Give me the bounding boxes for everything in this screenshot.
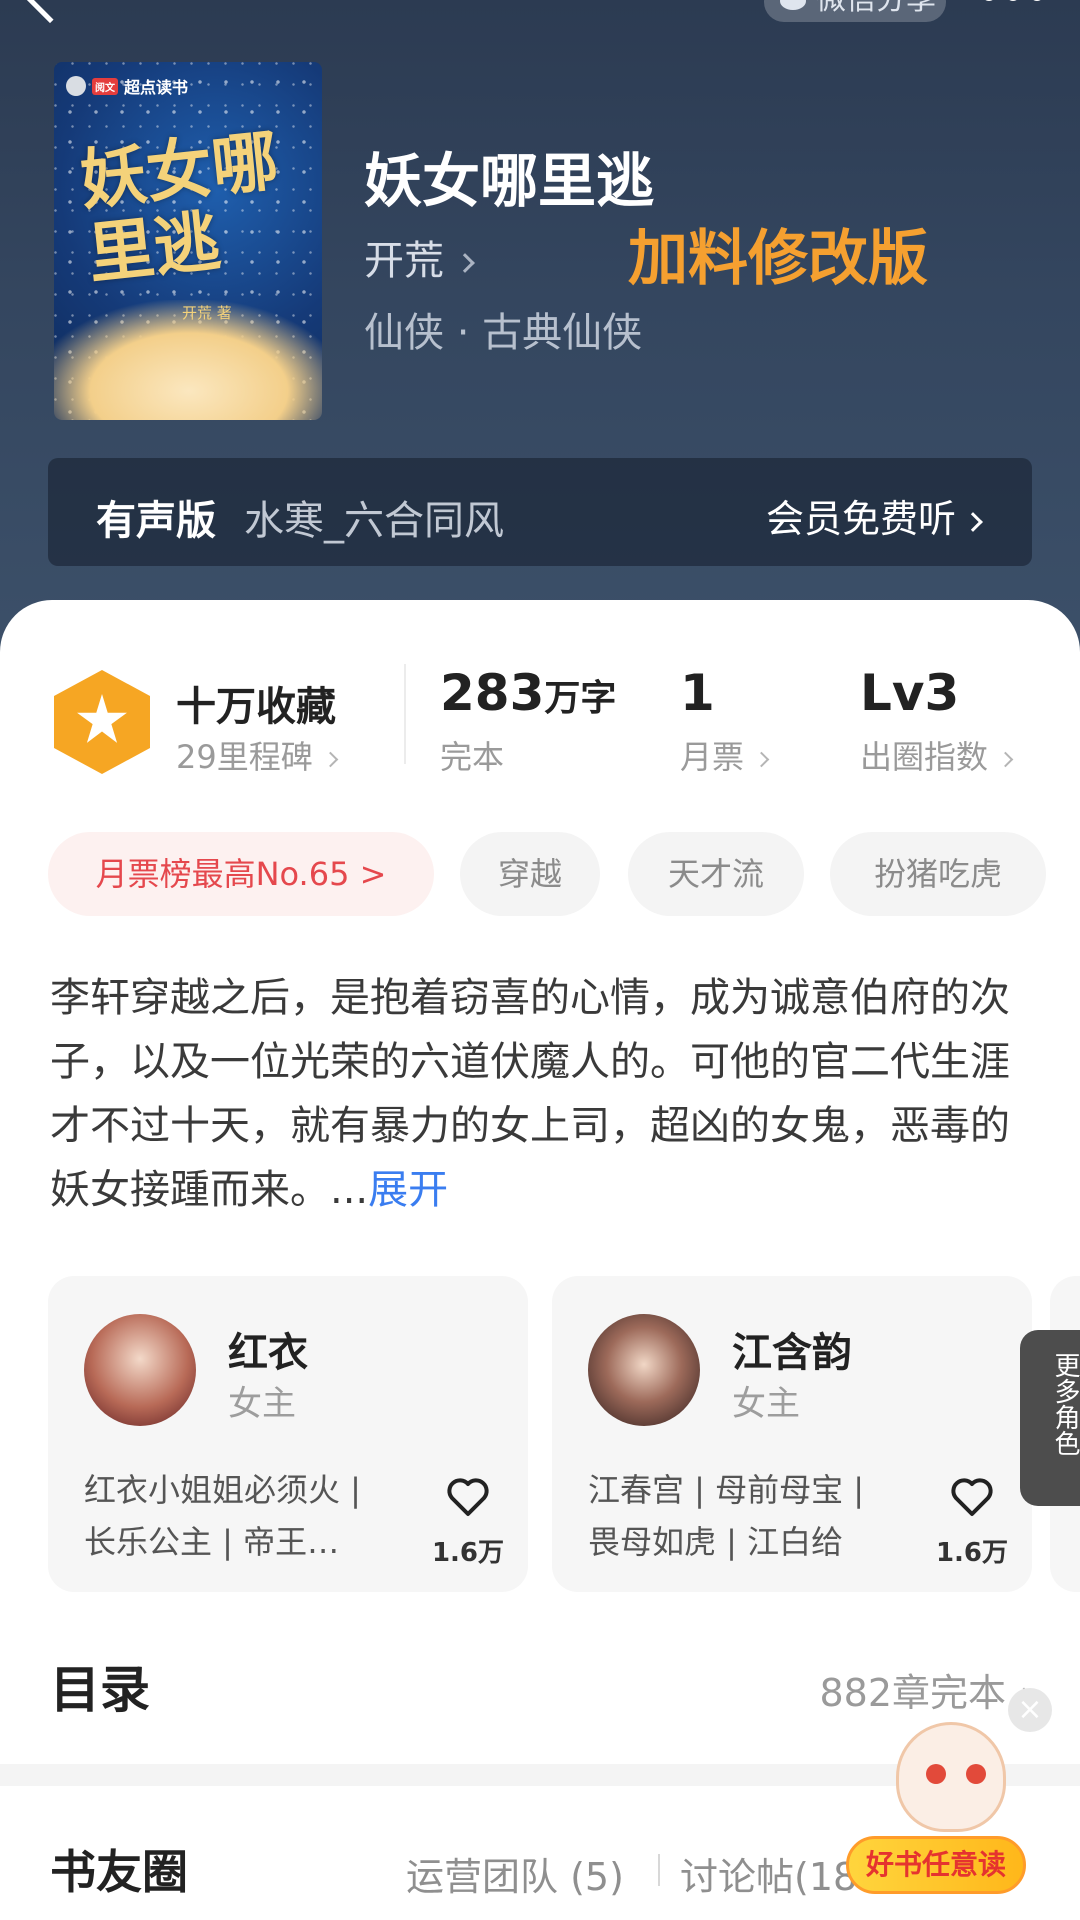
- milestones-link[interactable]: 29里程碑: [176, 732, 339, 778]
- tag-rank[interactable]: 月票榜最高No.65 >: [48, 832, 434, 916]
- author-link[interactable]: 开荒: [364, 228, 475, 286]
- popularity-level-value: Lv3: [860, 664, 960, 722]
- member-listen-link[interactable]: 会员免费听: [765, 488, 983, 543]
- character-name: 红衣: [228, 1330, 308, 1376]
- character-tags-line: 长乐公主 | 帝王…: [84, 1523, 340, 1561]
- book-title: 妖女哪里逃: [364, 147, 655, 215]
- mascot-eye: [966, 1764, 986, 1784]
- wechat-icon: [780, 0, 806, 10]
- more-options-icon[interactable]: [982, 0, 1062, 10]
- audio-version-bar[interactable]: 有声版 水寒_六合同风 会员免费听: [48, 458, 1032, 566]
- mascot-body: [896, 1722, 1006, 1832]
- synopsis-text: 李轩穿越之后，是抱着窃喜的心情，成为诚意伯府的次子，以及一位光荣的六道伏魔人的。…: [50, 975, 1010, 1213]
- promo-banner-button[interactable]: 好书任意读: [846, 1836, 1026, 1894]
- reader-circle-title: 书友圈: [50, 1845, 188, 1899]
- character-tags-line: 红衣小姐姐必须火 |: [84, 1471, 361, 1509]
- monthly-tickets-count: 1: [680, 664, 715, 722]
- share-label: 微信分享: [816, 0, 936, 17]
- word-count-number: 283: [440, 664, 545, 722]
- book-status: 完本: [440, 738, 505, 776]
- toc-count: 882章完本: [819, 1662, 1033, 1717]
- stats-divider: [404, 664, 406, 764]
- character-role: 女主: [228, 1384, 296, 1424]
- cover-publisher: 阅文 超点读书: [66, 74, 188, 98]
- overlay-label: 加料修改版: [628, 224, 928, 294]
- tab-separator: [658, 1854, 660, 1886]
- mascot-icon[interactable]: [868, 1712, 1028, 1852]
- publisher-badge: 阅文: [92, 77, 118, 95]
- avatar: [588, 1314, 700, 1426]
- character-tags: 红衣小姐姐必须火 | 长乐公主 | 帝王…: [84, 1464, 404, 1568]
- tab-discussion-posts[interactable]: 讨论帖(18: [680, 1846, 857, 1901]
- character-role: 女主: [732, 1384, 800, 1424]
- collection-badge-icon: [54, 670, 150, 774]
- chevron-right-icon: [963, 511, 983, 532]
- publisher-name: 超点读书: [124, 78, 189, 97]
- synopsis: 李轩穿越之后，是抱着窃喜的心情，成为诚意伯府的次子，以及一位光荣的六道伏魔人的。…: [50, 966, 1010, 1222]
- author-name: 开荒: [364, 238, 444, 284]
- monthly-tickets-number: 1: [680, 664, 715, 722]
- word-count-unit: 万字: [544, 678, 617, 719]
- character-card[interactable]: 江含韵 女主 江春宫 | 母前母宝 | 畏母如虎 | 江白给 1.6万: [552, 1276, 1032, 1592]
- chevron-right-icon: [997, 751, 1014, 767]
- like-count: 1.6万: [431, 1538, 505, 1568]
- more-characters-button[interactable]: 更多角色: [1020, 1330, 1080, 1506]
- character-tags: 江春宫 | 母前母宝 | 畏母如虎 | 江白给: [588, 1464, 908, 1568]
- popularity-index-link[interactable]: 出圈指数: [860, 732, 1014, 778]
- character-tags-line: 江春宫 | 母前母宝 |: [588, 1471, 865, 1509]
- audio-narrator: 水寒_六合同风: [244, 498, 504, 544]
- monthly-tickets-label: 月票: [680, 738, 745, 776]
- chevron-right-icon: [753, 751, 770, 767]
- milestones-label: 29里程碑: [176, 738, 313, 776]
- share-button[interactable]: 微信分享: [764, 0, 946, 22]
- tag-item[interactable]: 扮猪吃虎: [830, 832, 1046, 916]
- character-name: 江含韵: [732, 1330, 852, 1376]
- tag-list: 月票榜最高No.65 > 穿越 天才流 扮猪吃虎: [48, 832, 1080, 918]
- stats-row: 十万收藏 29里程碑 283万字 完本 1 月票 Lv3 出圈指数: [0, 664, 1080, 784]
- avatar: [84, 1314, 196, 1426]
- book-cover[interactable]: 阅文 超点读书 妖女哪里逃 开荒 著: [54, 62, 322, 420]
- toc-count-label: 882章完本: [819, 1671, 1006, 1715]
- heart-icon[interactable]: [948, 1472, 996, 1520]
- audio-label: 有声版: [96, 498, 216, 544]
- character-tags-line: 畏母如虎 | 江白给: [588, 1523, 844, 1561]
- toc-title: 目录: [50, 1661, 150, 1719]
- close-icon[interactable]: ×: [1008, 1688, 1052, 1732]
- tab-operations-team[interactable]: 运营团队 (5): [406, 1846, 624, 1901]
- member-listen-label: 会员免费听: [765, 497, 956, 541]
- heart-icon[interactable]: [444, 1472, 492, 1520]
- tag-item[interactable]: 穿越: [460, 832, 600, 916]
- mascot-eye: [926, 1764, 946, 1784]
- chevron-right-icon: [322, 751, 339, 767]
- word-count: 283万字: [440, 664, 616, 722]
- cover-author-art: 开荒 著: [182, 304, 232, 322]
- tag-item[interactable]: 天才流: [628, 832, 804, 916]
- genre: 仙侠 · 古典仙侠: [364, 310, 643, 356]
- popularity-level: Lv3: [860, 664, 959, 722]
- publisher-logo-icon: [66, 76, 86, 96]
- popularity-index-label: 出圈指数: [860, 738, 989, 776]
- chevron-right-icon: [455, 253, 475, 273]
- character-list: 红衣 女主 红衣小姐姐必须火 | 长乐公主 | 帝王… 1.6万 江含韵 女主 …: [48, 1276, 1080, 1596]
- star-icon: [77, 694, 127, 743]
- top-bar: 微信分享: [0, 0, 1080, 30]
- expand-link[interactable]: 展开: [368, 1167, 448, 1213]
- favorites-count: 十万收藏: [176, 684, 336, 730]
- back-arrow-icon[interactable]: [18, 0, 82, 24]
- monthly-tickets-link[interactable]: 月票: [680, 732, 770, 778]
- like-count: 1.6万: [935, 1538, 1009, 1568]
- cover-title-art: 妖女哪里逃: [76, 121, 282, 294]
- character-card[interactable]: 红衣 女主 红衣小姐姐必须火 | 长乐公主 | 帝王… 1.6万: [48, 1276, 528, 1592]
